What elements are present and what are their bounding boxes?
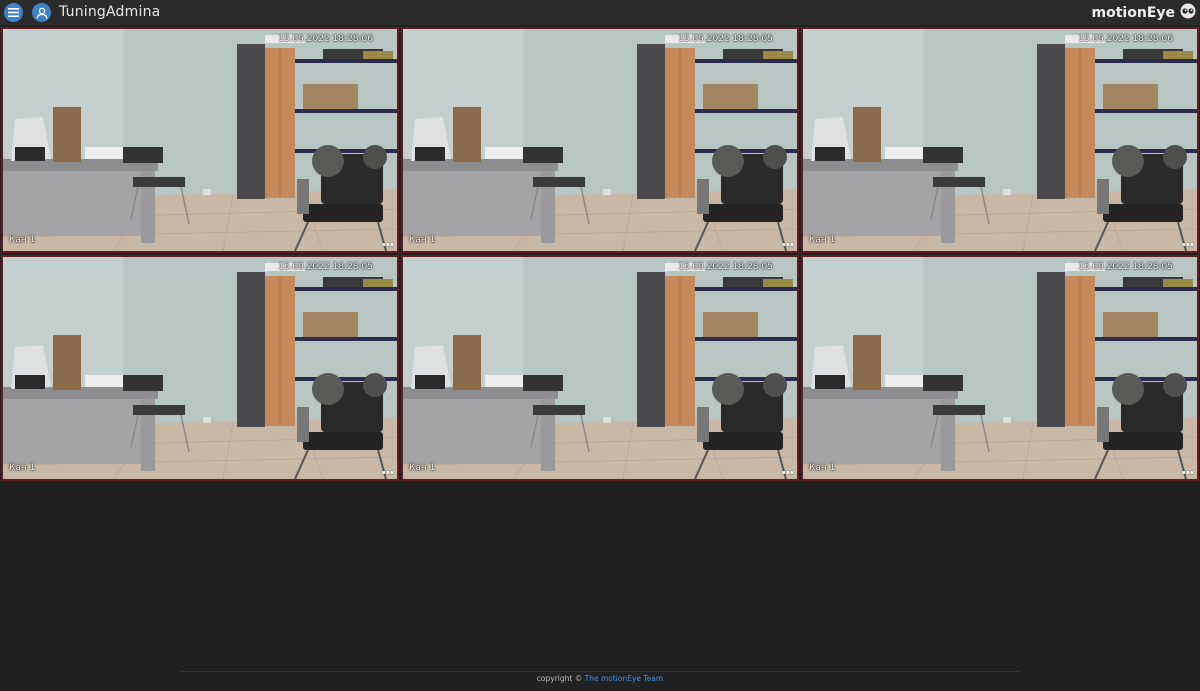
camera-watermark-icon: ▪▪▪ bbox=[1181, 241, 1194, 248]
camera-frame-4[interactable]: 15.09.2022 18:28:05 Кан 1 ▪▪▪ bbox=[1, 255, 399, 481]
camera-feed-image bbox=[803, 29, 1197, 251]
user-avatar-icon bbox=[36, 7, 47, 19]
camera-watermark-icon: ▪▪▪ bbox=[381, 241, 394, 248]
camera-watermark-icon: ▪▪▪ bbox=[781, 469, 794, 476]
camera-frame-2[interactable]: 15.09.2022 18:28:05 Кан 1 ▪▪▪ bbox=[401, 27, 799, 253]
camera-feed-image bbox=[3, 257, 397, 479]
menu-button[interactable] bbox=[4, 3, 23, 22]
camera-grid: 15.09.2022 18:28:06 Кан 1 ▪▪▪ 15.09.2022… bbox=[0, 26, 1200, 482]
footer-copyright: copyright © bbox=[536, 674, 583, 683]
camera-timestamp: 15.09.2022 18:28:05 bbox=[678, 262, 773, 272]
camera-frame-3[interactable]: 15.09.2022 18:28:06 Кан 1 ▪▪▪ bbox=[801, 27, 1199, 253]
footer: copyright © The motionEye Team bbox=[0, 674, 1200, 683]
motioneye-eyes-icon bbox=[1180, 3, 1196, 19]
user-name[interactable]: TuningAdmina bbox=[59, 4, 160, 20]
camera-feed-image bbox=[3, 29, 397, 251]
camera-name: Кан 1 bbox=[409, 235, 436, 245]
user-button[interactable] bbox=[32, 3, 51, 22]
camera-name: Кан 1 bbox=[809, 463, 836, 473]
camera-frame-5[interactable]: 15.09.2022 18:28:05 Кан 1 ▪▪▪ bbox=[401, 255, 799, 481]
camera-feed-image bbox=[403, 29, 797, 251]
camera-timestamp: 15.09.2022 18:28:06 bbox=[278, 34, 373, 44]
camera-timestamp: 15.09.2022 18:28:05 bbox=[278, 262, 373, 272]
top-bar: TuningAdmina motionEye bbox=[0, 0, 1200, 25]
camera-frame-1[interactable]: 15.09.2022 18:28:06 Кан 1 ▪▪▪ bbox=[1, 27, 399, 253]
camera-timestamp: 15.09.2022 18:28:06 bbox=[1078, 34, 1173, 44]
camera-name: Кан 1 bbox=[9, 463, 36, 473]
camera-name: Кан 1 bbox=[809, 235, 836, 245]
camera-watermark-icon: ▪▪▪ bbox=[1181, 469, 1194, 476]
camera-watermark-icon: ▪▪▪ bbox=[381, 469, 394, 476]
camera-feed-image bbox=[803, 257, 1197, 479]
camera-timestamp: 15.09.2022 18:28:05 bbox=[678, 34, 773, 44]
camera-name: Кан 1 bbox=[9, 235, 36, 245]
camera-name: Кан 1 bbox=[409, 463, 436, 473]
camera-feed-image bbox=[403, 257, 797, 479]
footer-divider bbox=[180, 671, 1020, 672]
hamburger-menu-icon bbox=[8, 8, 19, 17]
camera-timestamp: 15.09.2022 18:28:05 bbox=[1078, 262, 1173, 272]
brand-title: motionEye bbox=[1091, 5, 1175, 21]
camera-watermark-icon: ▪▪▪ bbox=[781, 241, 794, 248]
camera-frame-6[interactable]: 15.09.2022 18:28:05 Кан 1 ▪▪▪ bbox=[801, 255, 1199, 481]
footer-team-link[interactable]: The motionEye Team bbox=[585, 674, 664, 683]
